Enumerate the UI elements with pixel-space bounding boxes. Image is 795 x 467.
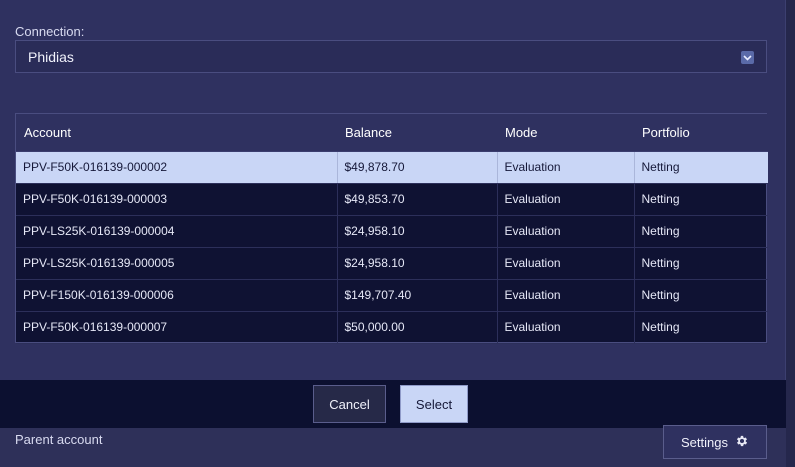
cell-mode: Evaluation	[497, 183, 635, 216]
gear-icon	[735, 434, 749, 451]
cell-balance: $24,958.10	[337, 215, 498, 248]
cell-account: PPV-LS25K-016139-000004	[16, 215, 338, 248]
cell-portfolio: Netting	[634, 311, 768, 344]
connection-dropdown[interactable]: Phidias	[15, 40, 767, 73]
column-header-mode[interactable]: Mode	[497, 114, 634, 152]
cell-balance: $24,958.10	[337, 247, 498, 280]
table-header-row: Account Balance Mode Portfolio	[16, 114, 768, 152]
table-row[interactable]: PPV-LS25K-016139-000004 $24,958.10 Evalu…	[16, 215, 768, 248]
cell-balance: $149,707.40	[337, 279, 498, 312]
cell-portfolio: Netting	[634, 151, 768, 184]
table-row[interactable]: PPV-F50K-016139-000007 $50,000.00 Evalua…	[16, 311, 768, 344]
select-button[interactable]: Select	[400, 385, 468, 423]
table-row[interactable]: PPV-F50K-016139-000003 $49,853.70 Evalua…	[16, 183, 768, 216]
cell-mode: Evaluation	[497, 215, 635, 248]
column-header-portfolio[interactable]: Portfolio	[634, 114, 768, 152]
cell-mode: Evaluation	[497, 247, 635, 280]
settings-button[interactable]: Settings	[663, 425, 767, 459]
column-header-account[interactable]: Account	[16, 114, 337, 152]
dialog-footer	[0, 380, 786, 428]
window-edge	[786, 0, 795, 467]
connection-label: Connection:	[15, 24, 85, 39]
accounts-table: Account Balance Mode Portfolio PPV-F50K-…	[15, 113, 768, 344]
cell-mode: Evaluation	[497, 151, 635, 184]
cell-account: PPV-F50K-016139-000002	[16, 151, 338, 184]
cell-balance: $49,878.70	[337, 151, 498, 184]
cell-balance: $50,000.00	[337, 311, 498, 344]
cell-portfolio: Netting	[634, 183, 768, 216]
cell-account: PPV-F50K-016139-000007	[16, 311, 338, 344]
chevron-down-icon[interactable]	[741, 51, 754, 64]
app-window: Connection: Phidias Account Balance Mode…	[0, 0, 795, 467]
table-row[interactable]: PPV-F50K-016139-000002 $49,878.70 Evalua…	[16, 151, 768, 184]
column-header-balance[interactable]: Balance	[337, 114, 497, 152]
table-row[interactable]: PPV-LS25K-016139-000005 $24,958.10 Evalu…	[16, 247, 768, 280]
connection-value: Phidias	[28, 48, 74, 65]
cell-account: PPV-F50K-016139-000003	[16, 183, 338, 216]
cell-account: PPV-LS25K-016139-000005	[16, 247, 338, 280]
cell-portfolio: Netting	[634, 279, 768, 312]
cell-portfolio: Netting	[634, 215, 768, 248]
cell-mode: Evaluation	[497, 311, 635, 344]
cell-mode: Evaluation	[497, 279, 635, 312]
cell-account: PPV-F150K-016139-000006	[16, 279, 338, 312]
table-row[interactable]: PPV-F150K-016139-000006 $149,707.40 Eval…	[16, 279, 768, 312]
cancel-button[interactable]: Cancel	[313, 385, 386, 423]
settings-button-label: Settings	[681, 434, 728, 450]
cell-balance: $49,853.70	[337, 183, 498, 216]
cell-portfolio: Netting	[634, 247, 768, 280]
account-select-dialog: Connection: Phidias Account Balance Mode…	[0, 0, 786, 428]
parent-account-label: Parent account	[15, 432, 103, 447]
